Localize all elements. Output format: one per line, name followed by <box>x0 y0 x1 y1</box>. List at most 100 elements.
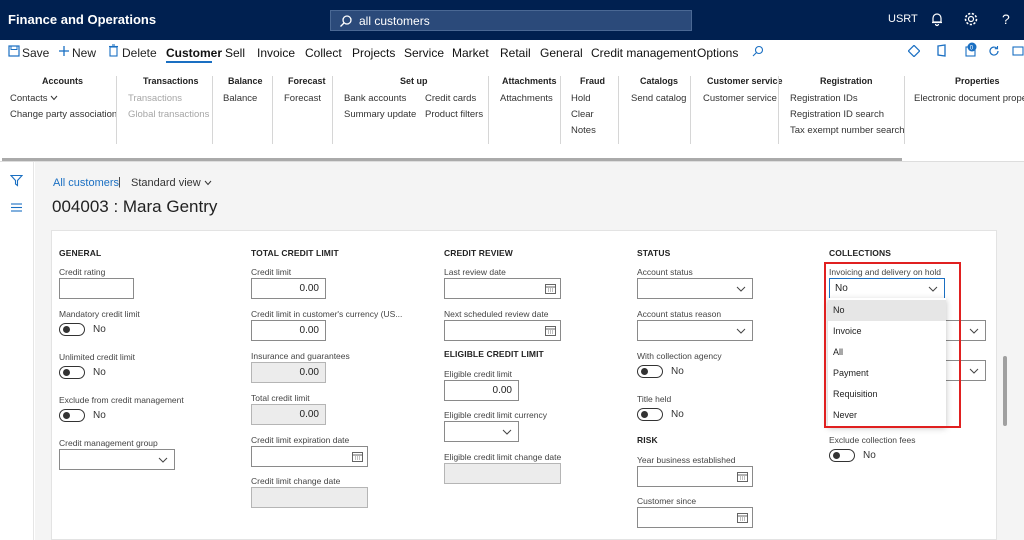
fraud-notes-button[interactable]: Notes <box>571 125 596 136</box>
tab-general[interactable]: General <box>540 46 583 60</box>
balance-button[interactable]: Balance <box>223 93 257 104</box>
credit-limit-expiration-date-input[interactable] <box>251 446 368 467</box>
account-status-reason-select[interactable] <box>637 320 753 341</box>
group-title-customer-service: Customer service <box>707 76 783 86</box>
calendar-icon[interactable] <box>737 512 748 523</box>
search-actions-icon[interactable] <box>752 45 764 57</box>
unlimited-credit-limit-toggle[interactable] <box>59 366 85 379</box>
section-total-credit-limit-title: TOTAL CREDIT LIMIT <box>251 248 339 258</box>
delete-button[interactable]: Delete <box>122 46 157 60</box>
product-filters-button[interactable]: Product filters <box>425 109 483 120</box>
chevron-down-icon <box>969 368 979 374</box>
attachments-badge-icon[interactable]: 0 <box>964 42 978 57</box>
office-icon[interactable] <box>936 44 948 57</box>
group-title-properties: Properties <box>955 76 1000 86</box>
tab-service[interactable]: Service <box>404 46 444 60</box>
calendar-icon[interactable] <box>737 471 748 482</box>
group-title-transactions: Transactions <box>143 76 199 86</box>
credit-limit-change-date-label: Credit limit change date <box>251 476 341 486</box>
title-held-toggle[interactable] <box>637 408 663 421</box>
account-status-select[interactable] <box>637 278 753 299</box>
eligible-credit-limit-label: Eligible credit limit <box>444 369 513 379</box>
power-apps-icon[interactable] <box>908 45 920 57</box>
collection-agency-toggle[interactable] <box>637 365 663 378</box>
credit-management-group-select[interactable] <box>59 449 175 470</box>
eligible-credit-limit-change-date-label: Eligible credit limit change date <box>444 452 562 462</box>
tab-projects[interactable]: Projects <box>352 46 395 60</box>
year-business-established-input[interactable] <box>637 466 753 487</box>
exclude-collection-fees-toggle[interactable] <box>829 449 855 462</box>
exclude-credit-management-label: Exclude from credit management <box>59 395 184 405</box>
tab-market[interactable]: Market <box>452 46 489 60</box>
new-button[interactable]: New <box>72 46 96 60</box>
exclude-credit-management-toggle[interactable] <box>59 409 85 422</box>
global-transactions-button[interactable]: Global transactions <box>128 109 209 120</box>
credit-rating-input[interactable] <box>59 278 134 299</box>
contacts-label: Contacts <box>10 93 48 104</box>
action-ribbon: Accounts Contacts Change party associati… <box>0 66 1024 161</box>
global-search-input[interactable]: all customers <box>330 10 692 31</box>
registration-ids-button[interactable]: Registration IDs <box>790 93 858 104</box>
section-risk-title: RISK <box>637 435 658 445</box>
send-catalog-button[interactable]: Send catalog <box>631 93 686 104</box>
calendar-icon[interactable] <box>545 325 556 336</box>
company-code[interactable]: USRT <box>888 13 918 25</box>
fraud-hold-button[interactable]: Hold <box>571 93 591 104</box>
app-title[interactable]: Finance and Operations <box>8 12 156 27</box>
toggle-state-label: No <box>93 324 106 335</box>
transactions-button[interactable]: Transactions <box>128 93 182 104</box>
ribbon-divider <box>272 76 273 144</box>
customer-since-label: Customer since <box>637 496 697 506</box>
bank-accounts-button[interactable]: Bank accounts <box>344 93 406 104</box>
customer-since-input[interactable] <box>637 507 753 528</box>
filter-icon[interactable] <box>10 174 23 187</box>
credit-limit-label: Credit limit <box>251 267 292 277</box>
registration-id-search-button[interactable]: Registration ID search <box>790 109 884 120</box>
calendar-icon[interactable] <box>545 283 556 294</box>
ribbon-divider <box>778 76 779 144</box>
summary-update-button[interactable]: Summary update <box>344 109 416 120</box>
credit-limit-input[interactable]: 0.00 <box>251 278 326 299</box>
fraud-clear-button[interactable]: Clear <box>571 109 594 120</box>
forecast-button[interactable]: Forecast <box>284 93 321 104</box>
tab-options[interactable]: Options <box>697 46 738 60</box>
save-button[interactable]: Save <box>22 46 49 60</box>
tax-exempt-number-search-button[interactable]: Tax exempt number search <box>790 125 905 136</box>
change-party-association-button[interactable]: Change party association <box>10 109 117 120</box>
help-icon[interactable]: ? <box>998 11 1014 27</box>
tab-invoice[interactable]: Invoice <box>257 46 295 60</box>
list-menu-icon[interactable] <box>10 202 23 213</box>
open-in-new-window-icon[interactable] <box>1012 45 1024 57</box>
last-review-date-input[interactable] <box>444 278 561 299</box>
year-business-established-label: Year business established <box>637 455 736 465</box>
gear-icon[interactable] <box>963 11 979 27</box>
tab-customer[interactable]: Customer <box>166 46 222 60</box>
customer-service-button[interactable]: Customer service <box>703 93 777 104</box>
tab-collect[interactable]: Collect <box>305 46 342 60</box>
total-credit-limit-value: 0.00 <box>251 404 326 425</box>
calendar-icon[interactable] <box>352 451 363 462</box>
top-navigation-bar: Finance and Operations all customers USR… <box>0 0 1024 40</box>
next-review-date-input[interactable] <box>444 320 561 341</box>
eligible-credit-limit-input[interactable]: 0.00 <box>444 380 519 401</box>
credit-limit-currency-input[interactable]: 0.00 <box>251 320 326 341</box>
action-pane: Save New Delete Customer Sell Invoice Co… <box>0 40 1024 66</box>
breadcrumb-all-customers[interactable]: All customers <box>53 177 119 189</box>
tab-retail[interactable]: Retail <box>500 46 531 60</box>
panel-scrollbar[interactable] <box>1003 356 1007 426</box>
refresh-icon[interactable] <box>988 45 1000 57</box>
tab-sell[interactable]: Sell <box>225 46 245 60</box>
attachments-button[interactable]: Attachments <box>500 93 553 104</box>
view-selector[interactable]: Standard view <box>131 177 212 189</box>
credit-cards-button[interactable]: Credit cards <box>425 93 476 104</box>
tab-credit-management[interactable]: Credit management <box>591 46 696 60</box>
eligible-credit-limit-currency-select[interactable] <box>444 421 519 442</box>
search-icon <box>340 15 352 27</box>
toggle-state-label: No <box>863 450 876 461</box>
ribbon-divider <box>904 76 905 144</box>
contacts-menu-button[interactable]: Contacts <box>10 93 58 104</box>
mandatory-credit-limit-toggle[interactable] <box>59 323 85 336</box>
bell-icon[interactable] <box>929 11 945 27</box>
electronic-document-properties-button[interactable]: Electronic document properti <box>914 93 1024 104</box>
credit-management-group-label: Credit management group <box>59 438 158 448</box>
